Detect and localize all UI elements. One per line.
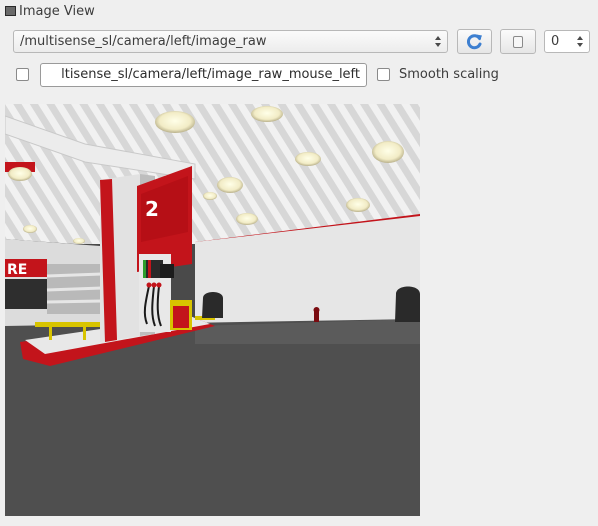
trash-can xyxy=(395,286,420,322)
camera-image[interactable]: RE 2 xyxy=(5,104,420,516)
ceiling-lamp xyxy=(155,111,195,133)
pause-icon xyxy=(513,36,523,48)
left-sign-text: RE xyxy=(7,262,27,278)
camera-image-render: RE 2 xyxy=(5,104,420,516)
ceiling-lamp xyxy=(372,141,404,163)
ceiling-lamp xyxy=(251,106,283,122)
smooth-scaling-checkbox[interactable] xyxy=(377,68,390,81)
yellow-rail-post xyxy=(83,326,86,340)
rotation-value: 0 xyxy=(551,34,560,49)
trash-can xyxy=(202,292,223,318)
left-stripe-line xyxy=(46,286,103,292)
ceiling-lamp xyxy=(346,198,370,212)
refresh-topics-button[interactable] xyxy=(457,29,492,54)
mouse-publish-checkbox[interactable] xyxy=(16,68,29,81)
pump-screen xyxy=(160,264,174,278)
refresh-icon xyxy=(466,34,482,50)
ceiling-lamp xyxy=(8,167,32,181)
window-title: Image View xyxy=(19,4,95,19)
pump-red-panel xyxy=(173,306,189,328)
pump-stripe xyxy=(148,260,151,278)
spin-arrows-icon xyxy=(577,35,584,49)
ceiling-lamp xyxy=(217,177,243,193)
smooth-scaling-label: Smooth scaling xyxy=(399,67,499,82)
ceiling-lamp xyxy=(23,225,37,233)
pump-nozzle xyxy=(156,282,162,288)
pump-nozzle xyxy=(151,282,157,288)
left-window xyxy=(5,279,47,309)
left-stripe-line xyxy=(46,299,103,304)
pause-button[interactable] xyxy=(500,29,536,54)
pump-nozzle xyxy=(146,282,152,288)
mouse-topic-input[interactable]: ltisense_sl/camera/left/image_raw_mouse_… xyxy=(40,63,367,87)
mouse-topic-value: ltisense_sl/camera/left/image_raw_mouse_… xyxy=(61,67,360,82)
ceiling-lamp xyxy=(236,213,258,225)
pump-stripe xyxy=(143,260,146,278)
pump-number: 2 xyxy=(145,197,159,221)
window-icon xyxy=(5,6,16,16)
yellow-rail xyxy=(35,322,100,327)
rotation-spinbox[interactable]: 0 xyxy=(544,30,590,53)
chevron-updown-icon xyxy=(435,35,442,49)
ceiling-lamp xyxy=(203,192,217,200)
topic-select[interactable]: /multisense_sl/camera/left/image_raw xyxy=(13,30,448,53)
hydrant-top xyxy=(313,307,320,313)
title-bar: Image View xyxy=(0,0,598,24)
ceiling-lamp xyxy=(295,152,321,166)
left-stripe-line xyxy=(46,272,103,278)
topic-select-value: /multisense_sl/camera/left/image_raw xyxy=(20,34,267,49)
yellow-rail-post xyxy=(49,326,52,340)
ceiling-lamp xyxy=(73,238,85,244)
